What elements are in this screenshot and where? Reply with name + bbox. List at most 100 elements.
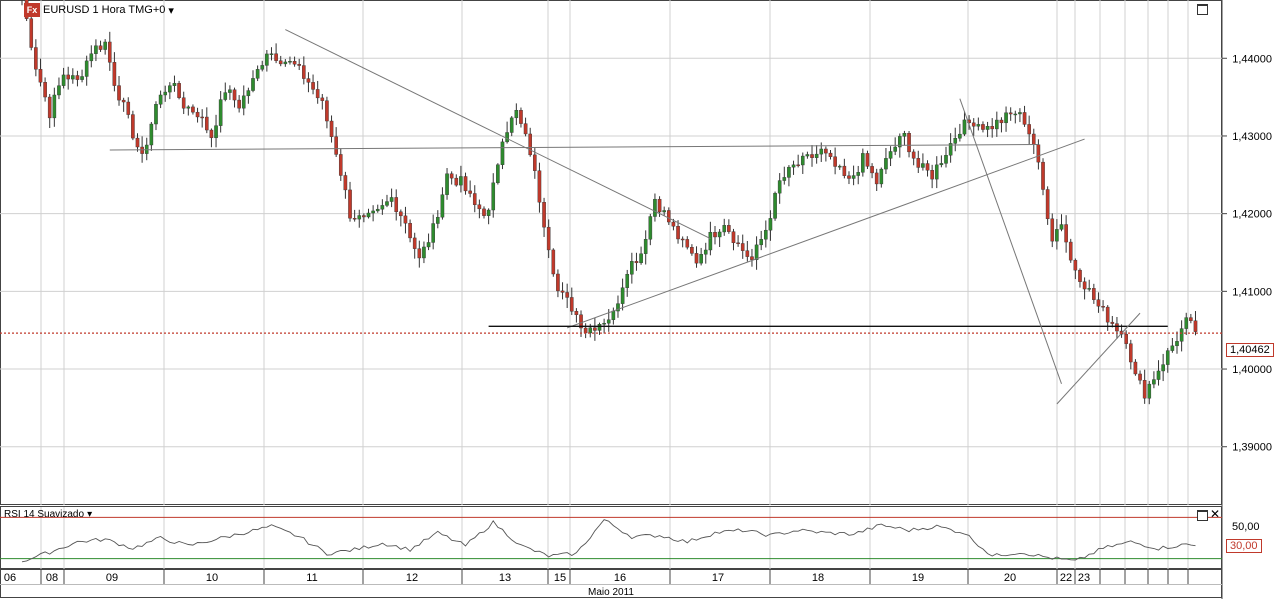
candle-body [389,197,394,202]
candle-body [565,292,569,298]
candle-body [38,69,43,83]
candle-body [884,158,888,170]
candle-body [417,248,422,259]
candle-body [902,133,907,137]
x-tick-label: 16 [614,572,626,584]
candle-body [274,53,278,61]
rsi-level-30-label: 30,00 [1226,539,1262,553]
y-tick-label: 1,44000 [1232,53,1272,65]
candle-body [131,114,135,139]
candle-body [1073,259,1078,271]
symbol-title[interactable]: EURUSD 1 Hora TMG+0 [43,4,165,16]
candle-body [1036,144,1041,163]
candle-body [727,225,731,232]
candle-body [569,297,574,312]
candle-body [191,106,195,113]
candle-body [278,60,283,65]
candle-body [837,165,842,168]
candle-body [930,170,934,180]
candle-body [1189,317,1193,321]
candle-body [759,239,763,246]
candle-body [177,83,181,98]
candle-body [52,94,57,119]
candle-body [325,100,329,122]
candle-body [1055,229,1059,242]
candle-body [593,327,597,331]
x-tick-label: 08 [46,572,58,584]
candle-body [163,91,168,96]
candle-body [736,242,740,245]
candle-body [787,166,791,178]
candle-body [828,152,833,157]
chevron-down-icon[interactable]: ▾ [168,4,174,17]
candle-body [519,109,523,124]
candle-body [1128,343,1133,363]
candle-body [385,201,389,206]
candle-body [315,89,320,99]
candle-body [713,232,717,238]
candle-body [362,215,366,218]
maximize-icon[interactable] [1197,510,1208,521]
candle-body [422,246,426,259]
candle-body [648,216,653,240]
candle-body [643,239,648,254]
x-tick-label: 09 [106,572,118,584]
candle-body [380,205,385,210]
candle-body [1087,288,1092,290]
chevron-down-icon[interactable]: ▾ [87,509,92,520]
candle-body [1041,161,1045,190]
rsi-header[interactable]: RSI 14 Suavizado ▾ [4,509,92,520]
candle-body [796,164,800,167]
candle-body [740,243,745,251]
candle-body [597,324,602,331]
candle-body [403,215,408,224]
candle-body [454,177,459,186]
candle-body [302,65,306,79]
candle-body [292,60,297,65]
close-icon[interactable]: ✕ [1210,508,1220,520]
candle-body [311,82,315,90]
candle-body [66,74,70,80]
candle-body [75,75,80,80]
candle-body [1184,317,1189,329]
candle-body [745,250,750,257]
candle-body [426,242,431,248]
candle-body [204,116,209,131]
candle-body [29,18,34,48]
candle-body [962,119,967,135]
candle-body [958,133,962,139]
maximize-icon[interactable] [1197,4,1208,15]
candle-body [181,97,186,109]
candle-body [269,53,274,55]
candle-body [89,53,94,62]
candle-body [768,218,773,231]
candle-body [782,177,787,181]
candle-body [1156,370,1161,380]
rsi-title[interactable]: RSI 14 Suavizado [4,509,84,520]
candle-body [1004,112,1008,124]
candle-body [537,170,542,203]
candle-body [777,180,782,194]
candle-body [639,253,643,264]
candle-body [690,247,694,254]
candle-body [412,237,417,249]
candle-body [662,210,666,213]
candle-body [981,124,985,130]
rsi-level-50-label: 50,00 [1232,521,1260,533]
candle-body [288,60,292,63]
candle-body [805,154,810,157]
candle-body [121,99,126,103]
candle-body [833,156,837,167]
candle-body [436,216,440,224]
chart-header[interactable]: Fx EURUSD 1 Hora TMG+0 ▾ [24,3,174,17]
candle-body [431,223,435,243]
candle-body [505,132,509,143]
candle-body [722,225,727,233]
candle-body [523,123,528,135]
candle-body [482,208,486,216]
candle-body [126,101,131,115]
candle-body [117,85,121,101]
candle-body [463,176,468,192]
candle-body [791,164,796,168]
candle-body [939,163,944,166]
